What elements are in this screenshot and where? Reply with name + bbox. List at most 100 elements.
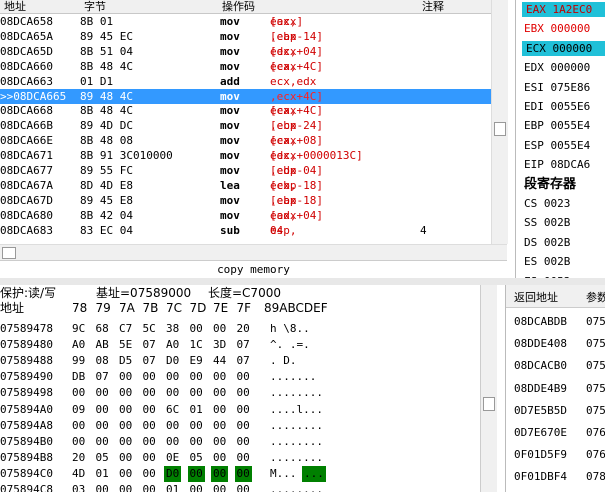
memory-byte[interactable]: 00 [187,465,205,482]
scrollbar-thumb[interactable] [2,247,16,259]
disassembly-row[interactable]: 08DCA66B 89 4D DC mov [ebp-24] ,ecx [0,118,491,133]
memory-byte[interactable]: 00 [166,418,179,434]
memory-byte[interactable]: 00 [119,385,132,401]
memory-dump-pane[interactable]: 保护:读/写 基址=07589000 长度=C7000 地址 78 79 7A 7B 7… [0,285,480,492]
memory-byte[interactable]: 05 [96,450,109,466]
memory-byte[interactable]: 07 [96,369,109,385]
memory-byte[interactable]: D0 [166,353,179,369]
disassembly-row[interactable]: 08DCA65D 8B 51 04 mov edx, [ecx+04] [0,44,491,59]
memory-byte[interactable]: 03 [72,482,85,492]
memory-byte[interactable]: 00 [119,434,132,450]
memory-byte[interactable]: AB [96,337,109,353]
memory-byte[interactable]: 00 [143,466,156,482]
memory-byte[interactable]: 01 [166,482,179,492]
memory-byte[interactable]: D5 [119,353,132,369]
memory-byte[interactable]: 00 [72,418,85,434]
memory-byte[interactable]: A0 [166,337,179,353]
column-header-comment[interactable]: 注释 [422,0,444,13]
memory-byte[interactable]: 00 [190,321,203,337]
memory-byte[interactable]: 01 [96,466,109,482]
memory-byte[interactable]: DB [72,369,85,385]
copy-memory-button[interactable]: copy memory [0,260,507,279]
memory-byte[interactable]: 68 [96,321,109,337]
memory-byte[interactable]: 00 [143,450,156,466]
memory-byte[interactable]: 00 [119,466,132,482]
memory-byte[interactable]: 20 [72,450,85,466]
memory-byte[interactable]: 3D [213,337,226,353]
pane-splitter[interactable] [0,278,605,285]
memory-byte[interactable]: 00 [190,434,203,450]
memory-byte[interactable]: 00 [96,434,109,450]
memory-byte[interactable]: 00 [213,434,226,450]
disassembly-vertical-scrollbar[interactable] [491,0,508,244]
memory-byte[interactable]: 00 [119,418,132,434]
memory-byte[interactable]: 00 [190,482,203,492]
memory-byte[interactable]: 08 [96,353,109,369]
memory-byte[interactable]: 00 [213,369,226,385]
memory-byte[interactable]: 00 [72,385,85,401]
column-header-return-address[interactable]: 返回地址 [514,289,558,305]
disassembly-row[interactable]: 08DCA67D 89 45 E8 mov [ebp-18] ,eax [0,193,491,208]
memory-byte[interactable]: 00 [166,434,179,450]
disassembly-row[interactable]: 08DCA677 89 55 FC mov [ebp-04] ,edx [0,163,491,178]
disassembly-row[interactable]: 08DCA663 01 D1 add ecx,edx [0,74,491,89]
memory-byte[interactable]: 00 [96,402,109,418]
column-header-address[interactable]: 地址 [4,0,26,13]
memory-byte[interactable]: A0 [72,337,85,353]
memory-byte[interactable]: 1C [190,337,203,353]
memory-byte[interactable]: 01 [190,402,203,418]
disassembly-horizontal-scrollbar[interactable] [0,244,507,261]
memory-byte[interactable]: 5C [143,321,156,337]
memory-byte[interactable]: 00 [237,385,250,401]
column-header-parameters[interactable]: 参数 [586,289,605,305]
column-header-opcode[interactable]: 操作码 [222,0,255,13]
memory-byte[interactable]: 00 [143,385,156,401]
memory-byte[interactable]: D0 [164,465,182,482]
memory-byte[interactable]: 00 [143,369,156,385]
disassembly-row[interactable]: 08DCA65A 89 45 EC mov [ebp-14] ,eax [0,29,491,44]
memory-byte[interactable]: 00 [119,450,132,466]
memory-byte[interactable]: 00 [119,369,132,385]
memory-byte[interactable]: 9C [72,321,85,337]
memory-byte[interactable]: C7 [119,321,132,337]
disassembly-row[interactable]: 08DCA668 8B 48 4C mov ecx, [eax+4C] [0,103,491,118]
memory-byte[interactable]: 09 [72,402,85,418]
memory-byte[interactable]: 00 [166,385,179,401]
memory-byte[interactable]: 00 [211,465,229,482]
disassembly-row[interactable]: 08DCA66E 8B 48 08 mov ecx, [eax+08] [0,133,491,148]
disassembly-row[interactable]: >>08DCA66589 48 4Cmov[eax+4C],ecx [0,88,491,104]
memory-byte[interactable]: 07 [237,353,250,369]
memory-byte[interactable]: 4D [72,466,85,482]
disassembly-row[interactable]: 08DCA658 8B 01 mov eax, [ecx] [0,14,491,29]
memory-byte[interactable]: 00 [237,369,250,385]
call-stack-pane[interactable]: 返回地址 参数 08DCABDB 075 08DDE408 075 08DCACB0 07… [505,285,605,492]
memory-byte[interactable]: 05 [190,450,203,466]
memory-byte[interactable]: 00 [237,402,250,418]
scrollbar-thumb[interactable] [483,397,495,411]
memory-byte[interactable]: 00 [213,450,226,466]
disassembly-row[interactable]: 08DCA660 8B 48 4C mov ecx, [eax+4C] [0,59,491,74]
memory-byte[interactable]: 07 [143,353,156,369]
disassembly-row[interactable]: 08DCA671 8B 91 3C010000 mov edx, [ecx+000001… [0,148,491,163]
memory-byte[interactable]: 00 [143,418,156,434]
memory-byte[interactable]: E9 [190,353,203,369]
disassembly-row[interactable]: 08DCA680 8B 42 04 mov eax, [edx+04] [0,208,491,223]
memory-byte[interactable]: 07 [143,337,156,353]
memory-byte[interactable]: 00 [213,418,226,434]
memory-byte[interactable]: 00 [237,418,250,434]
memory-byte[interactable]: 00 [237,482,250,492]
memory-byte[interactable]: 5E [119,337,132,353]
memory-byte[interactable]: 00 [96,482,109,492]
disassembly-row[interactable]: 08DCA683 83 EC 04 sub esp, 04 4 [0,223,491,238]
memory-byte[interactable]: 38 [166,321,179,337]
memory-byte[interactable]: 00 [213,402,226,418]
memory-byte[interactable]: 00 [96,385,109,401]
memory-byte[interactable]: 20 [237,321,250,337]
memory-byte[interactable]: 6C [166,402,179,418]
memory-byte[interactable]: 00 [237,434,250,450]
disassembly-row[interactable]: 08DCA67A 8D 4D E8 lea ecx, [ebp-18] [0,178,491,193]
disassembly-pane[interactable]: 地址 字节 操作码 注释 08DCA658 8B 01 mov eax, [ecx] 08… [0,0,491,244]
memory-byte[interactable]: 00 [213,321,226,337]
memory-byte[interactable]: 00 [190,418,203,434]
memory-byte[interactable]: 00 [143,402,156,418]
